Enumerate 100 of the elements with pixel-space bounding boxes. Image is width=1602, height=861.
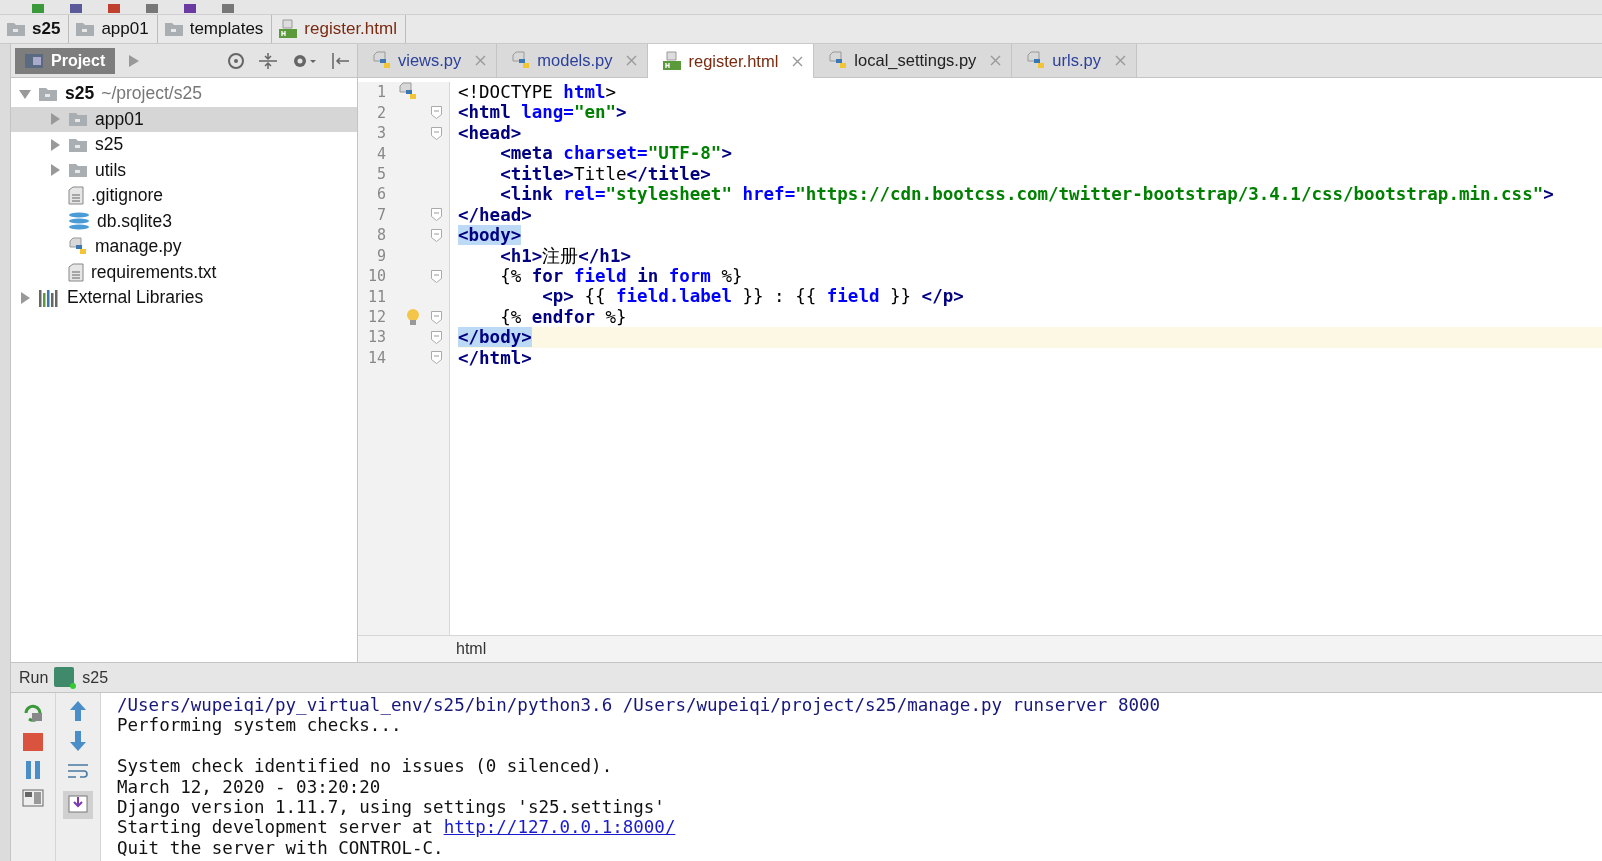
tree-item[interactable]: requirements.txt (11, 259, 357, 285)
tree-item-label: .gitignore (91, 185, 163, 207)
console-line: Starting development server at http://127.0.0.1:8000/ (117, 817, 677, 838)
tree-item-label: db.sqlite3 (97, 210, 172, 232)
collapsed-arrow-icon[interactable] (49, 113, 61, 126)
line-number: 9 (375, 246, 386, 265)
tree-item[interactable]: utils (11, 157, 357, 183)
collapsed-arrow-icon[interactable] (49, 138, 61, 151)
tree-item-path: ~/project/s25 (101, 83, 202, 105)
line-number: 5 (375, 164, 386, 183)
line-number: 11 (366, 287, 386, 306)
breadcrumb[interactable]: register.html (272, 15, 406, 43)
libraries-icon (38, 288, 60, 307)
folder-icon (68, 111, 88, 128)
fold-marker-icon[interactable] (431, 351, 442, 365)
fold-marker-icon[interactable] (431, 228, 442, 242)
project-tab[interactable]: Project (15, 47, 116, 74)
html-file-icon (278, 19, 299, 39)
fold-marker-icon[interactable] (431, 269, 442, 283)
file-icon (68, 186, 84, 206)
fold-marker-icon[interactable] (431, 126, 442, 140)
close-icon[interactable] (1114, 55, 1126, 66)
folder-icon (68, 162, 88, 179)
tree-item[interactable]: app01 (11, 106, 357, 132)
tree-item-label: External Libraries (67, 287, 204, 309)
toolbar-icon[interactable] (106, 4, 122, 14)
server-link[interactable]: http://127.0.0.1:8000/ (443, 817, 676, 838)
tree-item[interactable]: External Libraries (11, 285, 357, 311)
close-icon[interactable] (626, 55, 638, 66)
line-number: 1 (375, 83, 386, 102)
tree-item[interactable]: db.sqlite3 (11, 208, 357, 234)
folder-icon (163, 21, 184, 37)
breadcrumb[interactable]: app01 (69, 15, 158, 43)
python-file-icon (1026, 50, 1047, 71)
code-line: <p> {{ field.label }} : {{ field }} </p> (541, 286, 965, 307)
line-number: 12 (366, 308, 386, 327)
up-arrow-icon[interactable] (69, 701, 87, 721)
tree-item-label: app01 (95, 108, 144, 130)
code-line: <h1>注册</h1> (499, 245, 632, 266)
toolbar-icon[interactable] (220, 4, 236, 14)
toolbar-icon[interactable] (144, 4, 160, 14)
console-line: System check identified no issues (0 silenced). (117, 756, 614, 777)
folder-icon (75, 21, 96, 37)
down-arrow-icon[interactable] (69, 731, 87, 751)
tree-item[interactable]: manage.py (11, 234, 357, 260)
target-icon[interactable] (227, 51, 245, 70)
run-label: Run (19, 668, 49, 687)
tree-item-label: requirements.txt (91, 261, 217, 283)
wrap-icon[interactable] (67, 761, 89, 781)
toolbar-icon[interactable] (182, 4, 198, 14)
close-icon[interactable] (475, 55, 487, 66)
database-icon (68, 211, 90, 232)
file-icon (68, 262, 84, 282)
editor-tab[interactable]: models.py (497, 44, 649, 77)
collapsed-arrow-icon[interactable] (19, 291, 31, 304)
editor-tab[interactable]: register.html (648, 44, 815, 78)
hide-panel-icon[interactable] (331, 52, 349, 69)
run-config-name[interactable]: s25 (82, 668, 109, 687)
tree-item[interactable]: s25 (11, 132, 357, 158)
layout-icon[interactable] (22, 789, 44, 807)
window-icon (25, 53, 43, 68)
collapsed-arrow-icon[interactable] (49, 164, 61, 177)
line-number: 14 (366, 348, 386, 367)
line-number: 13 (366, 328, 386, 347)
expanded-arrow-icon[interactable] (19, 87, 31, 100)
fold-marker-icon[interactable] (431, 106, 442, 120)
close-icon[interactable] (792, 55, 804, 67)
close-icon[interactable] (990, 55, 1002, 66)
console-line: Django version 1.11.7, using settings 's25.settings' (117, 796, 666, 818)
breadcrumb[interactable]: templates (157, 15, 273, 43)
fold-marker-icon[interactable] (431, 330, 442, 344)
breadcrumb[interactable]: s25 (0, 15, 70, 43)
pause-icon[interactable] (24, 761, 42, 779)
python-file-icon (372, 50, 392, 71)
python-file-icon (828, 50, 849, 71)
folder-icon (68, 136, 88, 153)
collapse-icon[interactable] (259, 52, 277, 69)
fold-marker-icon[interactable] (431, 208, 442, 222)
editor-tab[interactable]: urls.py (1012, 44, 1137, 77)
tree-item[interactable]: .gitignore (11, 183, 357, 209)
editor-tab[interactable]: local_settings.py (814, 44, 1013, 77)
play-arrow-icon[interactable] (129, 54, 140, 67)
line-number: 7 (375, 205, 386, 224)
folder-icon (38, 85, 58, 102)
toolbar-icon[interactable] (68, 4, 84, 14)
tree-item[interactable]: s25 ~/project/s25 (11, 81, 357, 107)
code-line: <link rel="stylesheet" href="https://cdn.bootcss.com/twitter-bootstrap/3.4.1/css/bootstrap.min.css"> (499, 184, 1555, 205)
editor-tab[interactable]: views.py (358, 44, 498, 77)
console-line: /Users/wupeiqi/py_virtual_env/s25/bin/python3.6 /Users/wupeiqi/project/s25/manage.py runserver 8000 (117, 695, 1161, 716)
console-line: Quit the server with CONTROL-C. (117, 837, 445, 859)
editor-breadcrumb[interactable]: html (456, 640, 487, 658)
console-line: Performing system checks... (117, 715, 403, 736)
fold-marker-icon[interactable] (431, 310, 442, 324)
toolbar-icon[interactable] (30, 4, 46, 14)
code-line: <!DOCTYPE html> (458, 82, 618, 103)
tree-item-label: manage.py (95, 236, 182, 258)
line-number: 3 (375, 124, 386, 143)
lightbulb-icon[interactable] (406, 308, 420, 327)
python-file-icon (68, 236, 88, 257)
scroll-to-end-icon[interactable] (63, 791, 93, 819)
